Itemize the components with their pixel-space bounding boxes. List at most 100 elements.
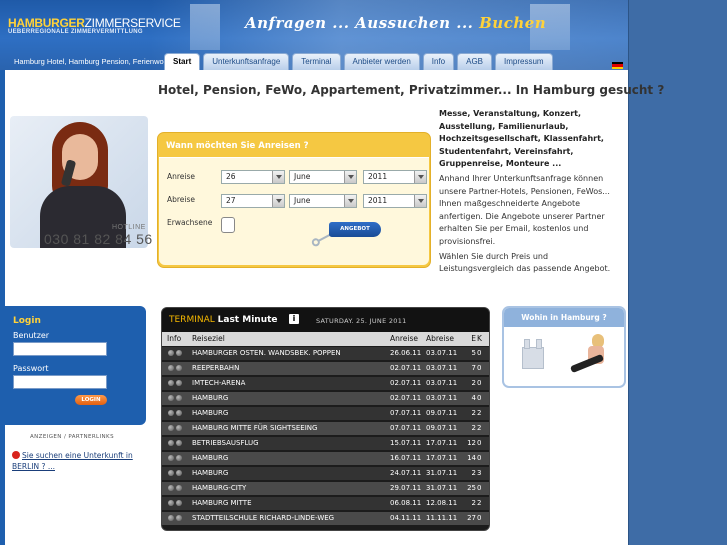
chevron-down-icon: [414, 171, 426, 183]
anreise-cell: 02.07.11: [390, 394, 422, 402]
angebot-button[interactable]: ANGEBOT: [329, 222, 381, 237]
reiseziel-cell[interactable]: Imtech-Arena: [192, 377, 245, 390]
anreise-year-select[interactable]: 2011: [363, 170, 427, 184]
table-row[interactable]: Hamburg Mitte Für Sightseeing 07.07.11 09.…: [162, 422, 489, 435]
form-title: Wann möchten Sie Anreisen ?: [166, 141, 309, 151]
table-row[interactable]: Hamburg 16.07.11 17.07.11 14 0: [162, 452, 489, 465]
reiseziel-cell[interactable]: Hamburg Mitte Für Sightseeing: [192, 422, 317, 435]
abreise-cell: 09.07.11: [426, 424, 458, 432]
tab-agb[interactable]: AGB: [457, 53, 493, 70]
reiseziel-cell[interactable]: Stadtteilschule Richard-Linde-Weg: [192, 512, 334, 525]
password-input[interactable]: [13, 375, 107, 389]
username-input[interactable]: [13, 342, 107, 356]
reiseziel-cell[interactable]: Reeperbahn: [192, 362, 239, 375]
status-dots-icon: [168, 425, 184, 433]
tab-anbieter-werden[interactable]: Anbieter werden: [343, 53, 420, 70]
login-panel: Login Benutzer Passwort LOGIN: [5, 306, 146, 425]
arrow-bullet-icon: [12, 451, 20, 459]
table-row[interactable]: Hamburg-City 29.07.11 31.07.11 25 0: [162, 482, 489, 495]
abreise-year-select[interactable]: 2011: [363, 194, 427, 208]
e-cell: 25: [467, 484, 476, 492]
reiseziel-cell[interactable]: Betriebsausflug: [192, 437, 259, 450]
anreise-cell: 04.11.11: [390, 514, 422, 522]
e-cell: 7: [471, 364, 476, 372]
header-keywords: Hamburg Hotel, Hamburg Pension, Ferienwo: [14, 57, 164, 66]
logo-second-text: ZIMMERSERVICE: [84, 16, 181, 30]
reiseziel-cell[interactable]: Hamburger Osten. Wandsbek. Poppen: [192, 347, 341, 360]
abreise-cell: 03.07.11: [426, 364, 458, 372]
reiseziel-cell[interactable]: Hamburg: [192, 392, 228, 405]
e-cell: 27: [467, 514, 476, 522]
col-abreise: Abreise: [426, 334, 455, 343]
table-row[interactable]: Hamburger Osten. Wandsbek. Poppen 26.06.1…: [162, 347, 489, 360]
site-logo[interactable]: HAMBURGERZIMMERSERVICE: [8, 16, 181, 30]
k-cell: 2: [477, 409, 482, 417]
description-text: Messe, Veranstaltung, Konzert, Ausstellu…: [439, 108, 623, 278]
table-row[interactable]: Hamburg 07.07.11 09.07.11 2 2: [162, 407, 489, 420]
tab-start[interactable]: Start: [164, 53, 201, 70]
status-dots-icon: [168, 350, 184, 358]
anreise-cell: 29.07.11: [390, 484, 422, 492]
status-dots-icon: [168, 470, 184, 478]
page-headline: Hotel, Pension, FeWo, Appartement, Priva…: [158, 83, 665, 97]
abreise-day-select[interactable]: 27: [221, 194, 285, 208]
site-header: HAMBURGERZIMMERSERVICE UEBERREGIONALE ZI…: [0, 0, 628, 70]
e-cell: 5: [471, 349, 476, 357]
info-icon[interactable]: i: [289, 314, 299, 324]
table-row[interactable]: Hamburg Mitte 06.08.11 12.08.11 2 2: [162, 497, 489, 510]
reiseziel-cell[interactable]: Hamburg: [192, 407, 228, 420]
erwachsene-input[interactable]: [221, 217, 235, 233]
abreise-cell: 17.07.11: [426, 439, 458, 447]
login-button[interactable]: LOGIN: [75, 395, 107, 405]
abreise-month-select[interactable]: June: [289, 194, 357, 208]
status-dots-icon: [168, 515, 184, 523]
password-label: Passwort: [13, 364, 49, 373]
table-row[interactable]: Hamburg 02.07.11 03.07.11 4 0: [162, 392, 489, 405]
anreise-cell: 07.07.11: [390, 424, 422, 432]
logo-main-text: HAMBURGER: [8, 16, 85, 30]
k-cell: 0: [477, 379, 482, 387]
tab-terminal[interactable]: Terminal: [292, 53, 341, 70]
wohin-title[interactable]: Wohin in Hamburg ?: [504, 308, 624, 327]
e-cell: 2: [471, 469, 476, 477]
berlin-ad-link[interactable]: Sie suchen eine Unterkunft in BERLIN ? .…: [12, 450, 142, 472]
table-row[interactable]: Imtech-Arena 02.07.11 03.07.11 2 0: [162, 377, 489, 390]
chevron-down-icon: [414, 195, 426, 207]
wohin-in-hamburg-box[interactable]: Wohin in Hamburg ?: [502, 306, 626, 388]
reiseziel-cell[interactable]: Hamburg: [192, 452, 228, 465]
anreise-cell: 26.06.11: [390, 349, 422, 357]
k-cell: 2: [477, 499, 482, 507]
terminal-title: TERMINAL Last Minute: [169, 315, 278, 325]
e-cell: 14: [467, 454, 476, 462]
k-cell: 3: [477, 469, 482, 477]
description-keywords: Messe, Veranstaltung, Konzert, Ausstellu…: [439, 109, 604, 169]
chevron-down-icon: [344, 195, 356, 207]
anreise-cell: 15.07.11: [390, 439, 422, 447]
tab-impressum[interactable]: Impressum: [495, 53, 553, 70]
arrival-form: Wann möchten Sie Anreisen ? Anreise 26 J…: [157, 132, 431, 268]
form-body: Anreise 26 June 2011 Abreise 27 June 201…: [159, 157, 429, 265]
description-paragraph-2: Wählen Sie durch Preis und Leistungsverg…: [439, 251, 611, 274]
anreise-cell: 24.07.11: [390, 469, 422, 477]
status-dots-icon: [168, 500, 184, 508]
anreise-cell: 06.08.11: [390, 499, 422, 507]
reiseziel-cell[interactable]: Hamburg-City: [192, 482, 246, 495]
german-flag-icon[interactable]: [612, 62, 623, 69]
hotline-label: HOTLINE: [112, 224, 146, 231]
table-row[interactable]: Betriebsausflug 15.07.11 17.07.11 12 0: [162, 437, 489, 450]
k-cell: 0: [477, 439, 482, 447]
reiseziel-cell[interactable]: Hamburg Mitte: [192, 497, 252, 510]
description-paragraph: Anhand Ihrer Unterkunftsanfrage können u…: [439, 173, 610, 246]
col-k: K: [477, 334, 482, 343]
ad-link-text[interactable]: Sie suchen eine Unterkunft in BERLIN ? .…: [12, 451, 133, 471]
main-nav: Start Unterkunftsanfrage Terminal Anbiet…: [164, 53, 553, 70]
tab-info[interactable]: Info: [422, 53, 455, 70]
table-row[interactable]: Reeperbahn 02.07.11 03.07.11 7 0: [162, 362, 489, 375]
status-dots-icon: [168, 380, 184, 388]
tab-unterkunftsanfrage[interactable]: Unterkunftsanfrage: [203, 53, 290, 70]
table-row[interactable]: Stadtteilschule Richard-Linde-Weg 04.11.1…: [162, 512, 489, 525]
table-row[interactable]: Hamburg 24.07.11 31.07.11 2 3: [162, 467, 489, 480]
reiseziel-cell[interactable]: Hamburg: [192, 467, 228, 480]
anreise-day-select[interactable]: 26: [221, 170, 285, 184]
anreise-month-select[interactable]: June: [289, 170, 357, 184]
